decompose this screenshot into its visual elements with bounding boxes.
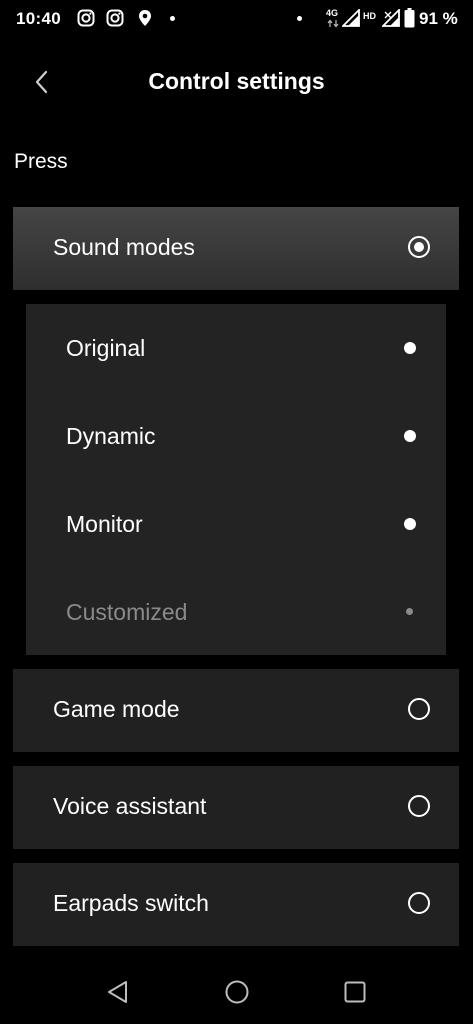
option-earpads-switch[interactable]: Earpads switch bbox=[13, 863, 459, 946]
sound-mode-original[interactable]: Original bbox=[26, 304, 446, 392]
option-label: Voice assistant bbox=[53, 793, 207, 819]
radio-selected-icon[interactable] bbox=[408, 236, 430, 258]
sound-mode-monitor[interactable]: Monitor bbox=[26, 480, 446, 568]
option-sound-modes[interactable]: Sound modes bbox=[13, 207, 459, 290]
sound-mode-label: Customized bbox=[66, 599, 188, 625]
instagram-icon bbox=[77, 9, 95, 27]
battery-percent: 91 % bbox=[419, 9, 458, 28]
page-title: Control settings bbox=[148, 68, 325, 94]
nav-back-button[interactable] bbox=[104, 978, 132, 1006]
option-label: Sound modes bbox=[53, 234, 195, 260]
sound-mode-customized: Customized bbox=[26, 568, 446, 656]
sound-mode-label: Original bbox=[66, 335, 146, 361]
circle-home-icon bbox=[225, 980, 249, 1004]
option-game-mode[interactable]: Game mode bbox=[13, 669, 459, 752]
sound-modes-submenu: Original Dynamic Monitor Customized bbox=[26, 304, 446, 655]
section-label-press: Press bbox=[14, 150, 68, 173]
battery-icon bbox=[404, 8, 415, 28]
dot-icon bbox=[404, 518, 416, 530]
dot-icon bbox=[404, 430, 416, 442]
status-time: 10:40 bbox=[16, 9, 61, 28]
radio-unselected-icon[interactable] bbox=[408, 698, 430, 720]
notification-dot-icon bbox=[170, 16, 175, 21]
nav-home-button[interactable] bbox=[223, 978, 251, 1006]
square-recents-icon bbox=[344, 981, 366, 1003]
instagram-icon bbox=[106, 9, 124, 27]
sound-mode-label: Monitor bbox=[66, 511, 143, 537]
sound-mode-label: Dynamic bbox=[66, 423, 156, 449]
network-type-label: 4G bbox=[326, 8, 339, 18]
option-voice-assistant[interactable]: Voice assistant bbox=[13, 766, 459, 849]
dot-icon bbox=[406, 608, 413, 615]
dot-icon bbox=[404, 342, 416, 354]
radio-unselected-icon[interactable] bbox=[408, 795, 430, 817]
data-arrows-icon bbox=[327, 19, 339, 28]
hd-label: HD bbox=[363, 11, 376, 21]
signal-icon bbox=[382, 9, 400, 27]
signal-icon bbox=[342, 9, 360, 27]
sound-mode-dynamic[interactable]: Dynamic bbox=[26, 392, 446, 480]
radio-unselected-icon[interactable] bbox=[408, 892, 430, 914]
location-pin-icon bbox=[139, 10, 151, 26]
triangle-back-icon bbox=[108, 981, 127, 1003]
status-bar: 10:40 4G HD 91 % bbox=[0, 0, 473, 38]
notification-dot-icon bbox=[297, 16, 302, 21]
option-label: Earpads switch bbox=[53, 890, 209, 916]
option-label: Game mode bbox=[53, 696, 180, 722]
nav-recents-button[interactable] bbox=[341, 978, 369, 1006]
